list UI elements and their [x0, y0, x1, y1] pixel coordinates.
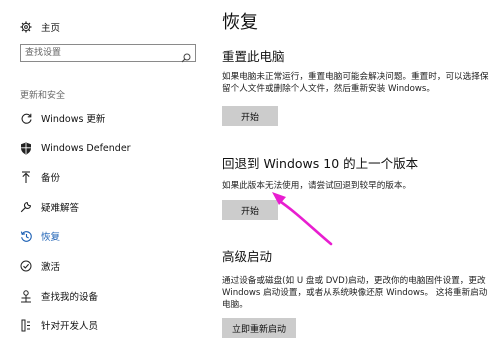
section-heading: 更新和安全 [20, 91, 66, 101]
sidebar-item-label: Windows Defender [41, 142, 131, 154]
sidebar-item-label: 恢复 [41, 232, 61, 243]
sidebar-item-backup[interactable]: 备份 [0, 164, 210, 190]
search-field[interactable] [20, 44, 196, 63]
developer-icon [19, 318, 33, 332]
sidebar-item-activation[interactable]: 激活 [0, 253, 210, 279]
gear-icon [19, 20, 33, 34]
rollback-section-title: 回退到 Windows 10 的上一个版本 [222, 156, 419, 171]
page-title: 恢复 [222, 12, 258, 33]
person-locate-icon [19, 289, 33, 303]
sidebar-item-label: 针对开发人员 [41, 321, 99, 332]
advanced-startup-title: 高级启动 [222, 249, 273, 264]
restart-now-button[interactable]: 立即重新启动 [222, 318, 296, 338]
sidebar-item-troubleshoot[interactable]: 疑难解答 [0, 194, 210, 220]
reset-section-title: 重置此电脑 [222, 49, 285, 64]
annotation-arrow-icon [272, 192, 333, 246]
backup-arrow-icon [19, 170, 33, 184]
sidebar-item-label: 主页 [41, 23, 61, 34]
sidebar-item-find-my-device[interactable]: 查找我的设备 [0, 283, 210, 309]
sidebar-item-home[interactable]: 主页 [0, 14, 210, 40]
sidebar-item-label: 疑难解答 [41, 203, 80, 214]
sidebar-item-label: Windows 更新 [41, 114, 106, 125]
sidebar-item-windows-update[interactable]: Windows 更新 [0, 105, 210, 131]
search-icon[interactable] [181, 48, 191, 63]
advanced-startup-description: 通过设备或磁盘(如 U 盘或 DVD)启动，更改你的电脑固件设置，更改 Wind… [222, 276, 488, 310]
history-icon [19, 229, 33, 243]
refresh-icon [19, 111, 33, 125]
sidebar-item-for-developers[interactable]: 针对开发人员 [0, 312, 210, 338]
sidebar-item-label: 激活 [41, 262, 61, 273]
sidebar-item-recovery[interactable]: 恢复 [0, 223, 210, 249]
reset-start-button[interactable]: 开始 [222, 106, 278, 126]
shield-icon [19, 141, 33, 155]
sidebar-item-label: 查找我的设备 [41, 292, 99, 303]
sidebar: 主页 更新和安全 Windows 更新 [0, 0, 210, 339]
wrench-icon [19, 200, 33, 214]
sidebar-item-label: 备份 [41, 173, 61, 184]
main-content: 恢复 重置此电脑 如果电脑未正常运行，重置电脑可能会解决问题。重置时，可以选择保… [222, 0, 497, 339]
search-input[interactable] [25, 45, 175, 61]
reset-section-description: 如果电脑未正常运行，重置电脑可能会解决问题。重置时，可以选择保留个人文件或删除个… [222, 72, 489, 94]
rollback-section-description: 如果此版本无法使用，请尝试回退到较早的版本。 [222, 181, 412, 191]
sidebar-item-windows-defender[interactable]: Windows Defender [0, 135, 210, 161]
check-circle-icon [19, 259, 33, 273]
